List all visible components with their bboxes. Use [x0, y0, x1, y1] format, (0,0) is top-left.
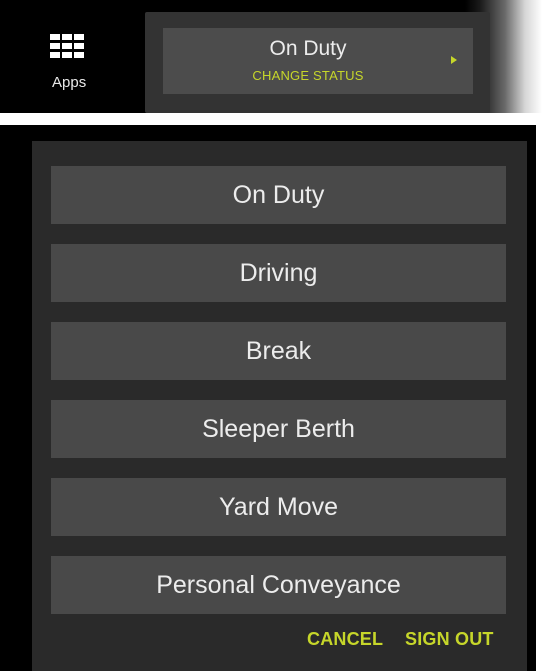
status-option-driving[interactable]: Driving	[51, 244, 506, 302]
apps-button[interactable]: Apps	[38, 30, 104, 96]
change-status-button[interactable]: On Duty CHANGE STATUS	[163, 28, 473, 94]
apps-label: Apps	[52, 74, 87, 91]
status-option-yard-move[interactable]: Yard Move	[51, 478, 506, 536]
current-status-title: On Duty	[269, 37, 347, 60]
cancel-button[interactable]: CANCEL	[307, 629, 383, 650]
sign-out-button[interactable]: SIGN OUT	[405, 629, 494, 650]
status-option-personal-conveyance[interactable]: Personal Conveyance	[51, 556, 506, 614]
status-option-break[interactable]: Break	[51, 322, 506, 380]
status-menu: On Duty Driving Break Sleeper Berth Yard…	[32, 141, 527, 671]
top-bar: Apps On Duty CHANGE STATUS	[0, 0, 542, 113]
play-arrow-icon	[451, 56, 457, 64]
status-menu-panel: On Duty Driving Break Sleeper Berth Yard…	[0, 125, 536, 671]
change-status-label: CHANGE STATUS	[252, 68, 364, 83]
status-option-on-duty[interactable]: On Duty	[51, 166, 506, 224]
grid-icon	[50, 34, 84, 58]
status-option-sleeper-berth[interactable]: Sleeper Berth	[51, 400, 506, 458]
